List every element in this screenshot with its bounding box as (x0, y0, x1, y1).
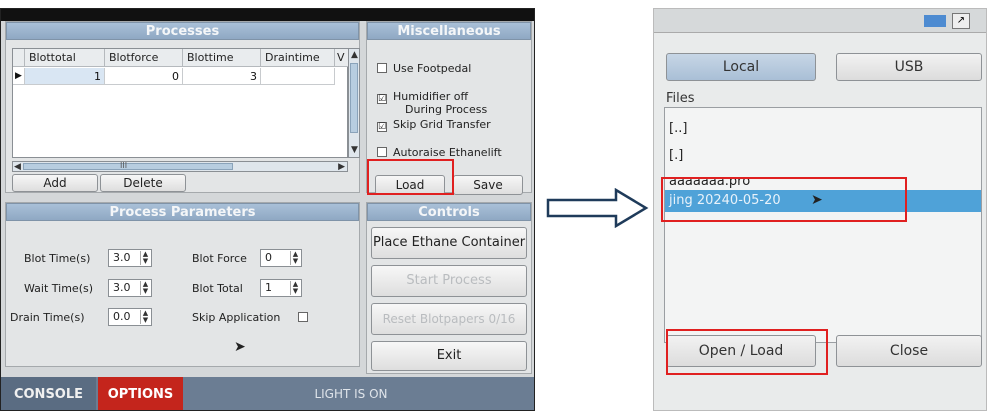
wait-time-spinbox[interactable]: 3.0 ▲ ▼ (108, 279, 152, 297)
humidifier-label-line2: During Process (405, 103, 488, 116)
scroll-down-icon[interactable]: ▼ (351, 145, 358, 155)
miscellaneous-title: Miscellaneous (367, 22, 531, 40)
top-blue-indicator (924, 15, 946, 27)
files-list[interactable]: [..] [.] aaaaaaa.pro jing 20240-05-20 ➤ (664, 107, 982, 343)
checkbox-checked-icon[interactable]: ☑ (377, 94, 387, 104)
row-selector-icon[interactable]: ▶ (13, 68, 25, 85)
file-dialog-screen: ↗ Local USB Files [..] [.] aaaaaaa.pro j… (653, 8, 987, 411)
light-status-text: LIGHT IS ON (314, 387, 388, 401)
local-button[interactable]: Local (666, 53, 816, 81)
add-button[interactable]: Add (12, 174, 98, 192)
autoraise-ethanelift-checkbox[interactable]: Autoraise Ethanelift (377, 146, 502, 159)
wait-time-label: Wait Time(s) (24, 282, 94, 295)
usb-button[interactable]: USB (836, 53, 982, 81)
skip-grid-transfer-label: Skip Grid Transfer (393, 118, 491, 131)
checkbox-icon[interactable] (377, 63, 387, 73)
processes-table[interactable]: Blottotal Blotforce Blottime Draintime V… (12, 48, 349, 158)
open-load-highlight-box (666, 329, 828, 375)
skip-application-label: Skip Application (192, 311, 281, 324)
drain-time-spinbox[interactable]: 0.0 ▲ ▼ (108, 308, 152, 326)
bottom-status-bar: CONSOLE OPTIONS LIGHT IS ON (1, 377, 534, 410)
processes-panel: Processes Blottotal Blotforce Blottime D… (5, 21, 360, 193)
spin-arrows-icon[interactable]: ▲ ▼ (140, 281, 150, 295)
reset-blotpapers-button[interactable]: Reset Blotpapers 0/16 (371, 303, 527, 335)
controls-panel: Controls Place Ethane Container Start Pr… (366, 202, 532, 374)
file-item-parent[interactable]: [..] (665, 118, 981, 140)
autoraise-ethanelift-label: Autoraise Ethanelift (393, 146, 502, 159)
horizontal-scroll-thumb[interactable]: III (23, 161, 233, 170)
screenshot-stage: Processes Blottotal Blotforce Blottime D… (0, 0, 987, 411)
use-footpedal-checkbox[interactable]: Use Footpedal (377, 62, 471, 75)
processes-title: Processes (6, 22, 359, 40)
options-tab[interactable]: OPTIONS (98, 377, 183, 410)
top-bezel (1, 9, 534, 21)
load-highlight-box (367, 159, 454, 195)
blot-force-value[interactable]: 0 (265, 251, 272, 264)
place-ethane-container-button[interactable]: Place Ethane Container (371, 227, 527, 259)
process-parameters-title: Process Parameters (6, 203, 359, 221)
col-header-draintime[interactable]: Draintime (261, 49, 335, 67)
checkbox-checked-icon[interactable]: ☑ (377, 122, 387, 132)
scroll-left-icon[interactable]: ◀ (14, 162, 21, 172)
blot-total-value[interactable]: 1 (265, 281, 272, 294)
delete-button[interactable]: Delete (100, 174, 186, 192)
cell-blottime[interactable]: 3 (183, 68, 261, 85)
use-footpedal-label: Use Footpedal (393, 62, 472, 75)
dialog-top-strip: ↗ (654, 9, 986, 33)
file-highlight-box (661, 177, 907, 222)
blot-time-label: Blot Time(s) (24, 252, 91, 265)
scroll-grip: III (120, 161, 128, 170)
humidifier-label-line1: Humidifier off (393, 90, 469, 103)
col-header-blotforce[interactable]: Blotforce (105, 49, 183, 67)
drain-time-value[interactable]: 0.0 (113, 310, 131, 323)
cell-blotforce[interactable]: 0 (105, 68, 183, 85)
blot-force-label: Blot Force (192, 252, 247, 265)
files-label: Files (666, 91, 695, 106)
vertical-scroll-thumb[interactable] (350, 63, 358, 133)
blot-force-spinbox[interactable]: 0 ▲ ▼ (260, 249, 302, 267)
start-process-button[interactable]: Start Process (371, 265, 527, 297)
options-screen: Processes Blottotal Blotforce Blottime D… (0, 8, 535, 411)
checkbox-icon[interactable] (377, 147, 387, 157)
exit-button[interactable]: Exit (371, 341, 527, 371)
scroll-right-icon[interactable]: ▶ (338, 162, 345, 172)
spin-arrows-icon[interactable]: ▲ ▼ (290, 251, 300, 265)
skip-grid-transfer-checkbox[interactable]: ☑ Skip Grid Transfer (377, 118, 491, 132)
file-item-current[interactable]: [.] (665, 145, 981, 167)
mouse-cursor-icon: ➤ (234, 339, 246, 355)
console-tab[interactable]: CONSOLE (1, 377, 96, 410)
maximize-icon[interactable]: ↗ (952, 13, 970, 29)
processes-vertical-scrollbar[interactable]: ▲ ▼ (348, 48, 360, 158)
cell-draintime[interactable] (261, 68, 335, 85)
spin-arrows-icon[interactable]: ▲ ▼ (140, 251, 150, 265)
scroll-up-icon[interactable]: ▲ (351, 50, 358, 60)
col-header-blottime[interactable]: Blottime (183, 49, 261, 67)
blot-total-spinbox[interactable]: 1 ▲ ▼ (260, 279, 302, 297)
blot-time-spinbox[interactable]: 3.0 ▲ ▼ (108, 249, 152, 267)
drain-time-label: Drain Time(s) (10, 311, 85, 324)
arrow-right-icon (546, 188, 649, 228)
close-button[interactable]: Close (836, 335, 982, 367)
blot-total-label: Blot Total (192, 282, 243, 295)
blot-time-value[interactable]: 3.0 (113, 251, 131, 264)
col-header-v[interactable]: V (335, 49, 349, 67)
spin-arrows-icon[interactable]: ▲ ▼ (290, 281, 300, 295)
col-header-blottotal[interactable]: Blottotal (25, 49, 105, 67)
save-button[interactable]: Save (453, 175, 523, 195)
skip-application-checkbox[interactable] (298, 312, 308, 322)
row-header-corner (13, 49, 25, 67)
cell-blottotal[interactable]: 1 (25, 68, 105, 85)
humidifier-off-checkbox[interactable]: ☑ Humidifier off (377, 90, 468, 104)
controls-title: Controls (367, 203, 531, 221)
process-parameters-panel: Process Parameters Blot Time(s) 3.0 ▲ ▼ Wa… (5, 202, 360, 367)
wait-time-value[interactable]: 3.0 (113, 281, 131, 294)
spin-arrows-icon[interactable]: ▲ ▼ (140, 310, 150, 324)
processes-horizontal-scrollbar[interactable]: ◀ III ▶ (12, 161, 348, 172)
